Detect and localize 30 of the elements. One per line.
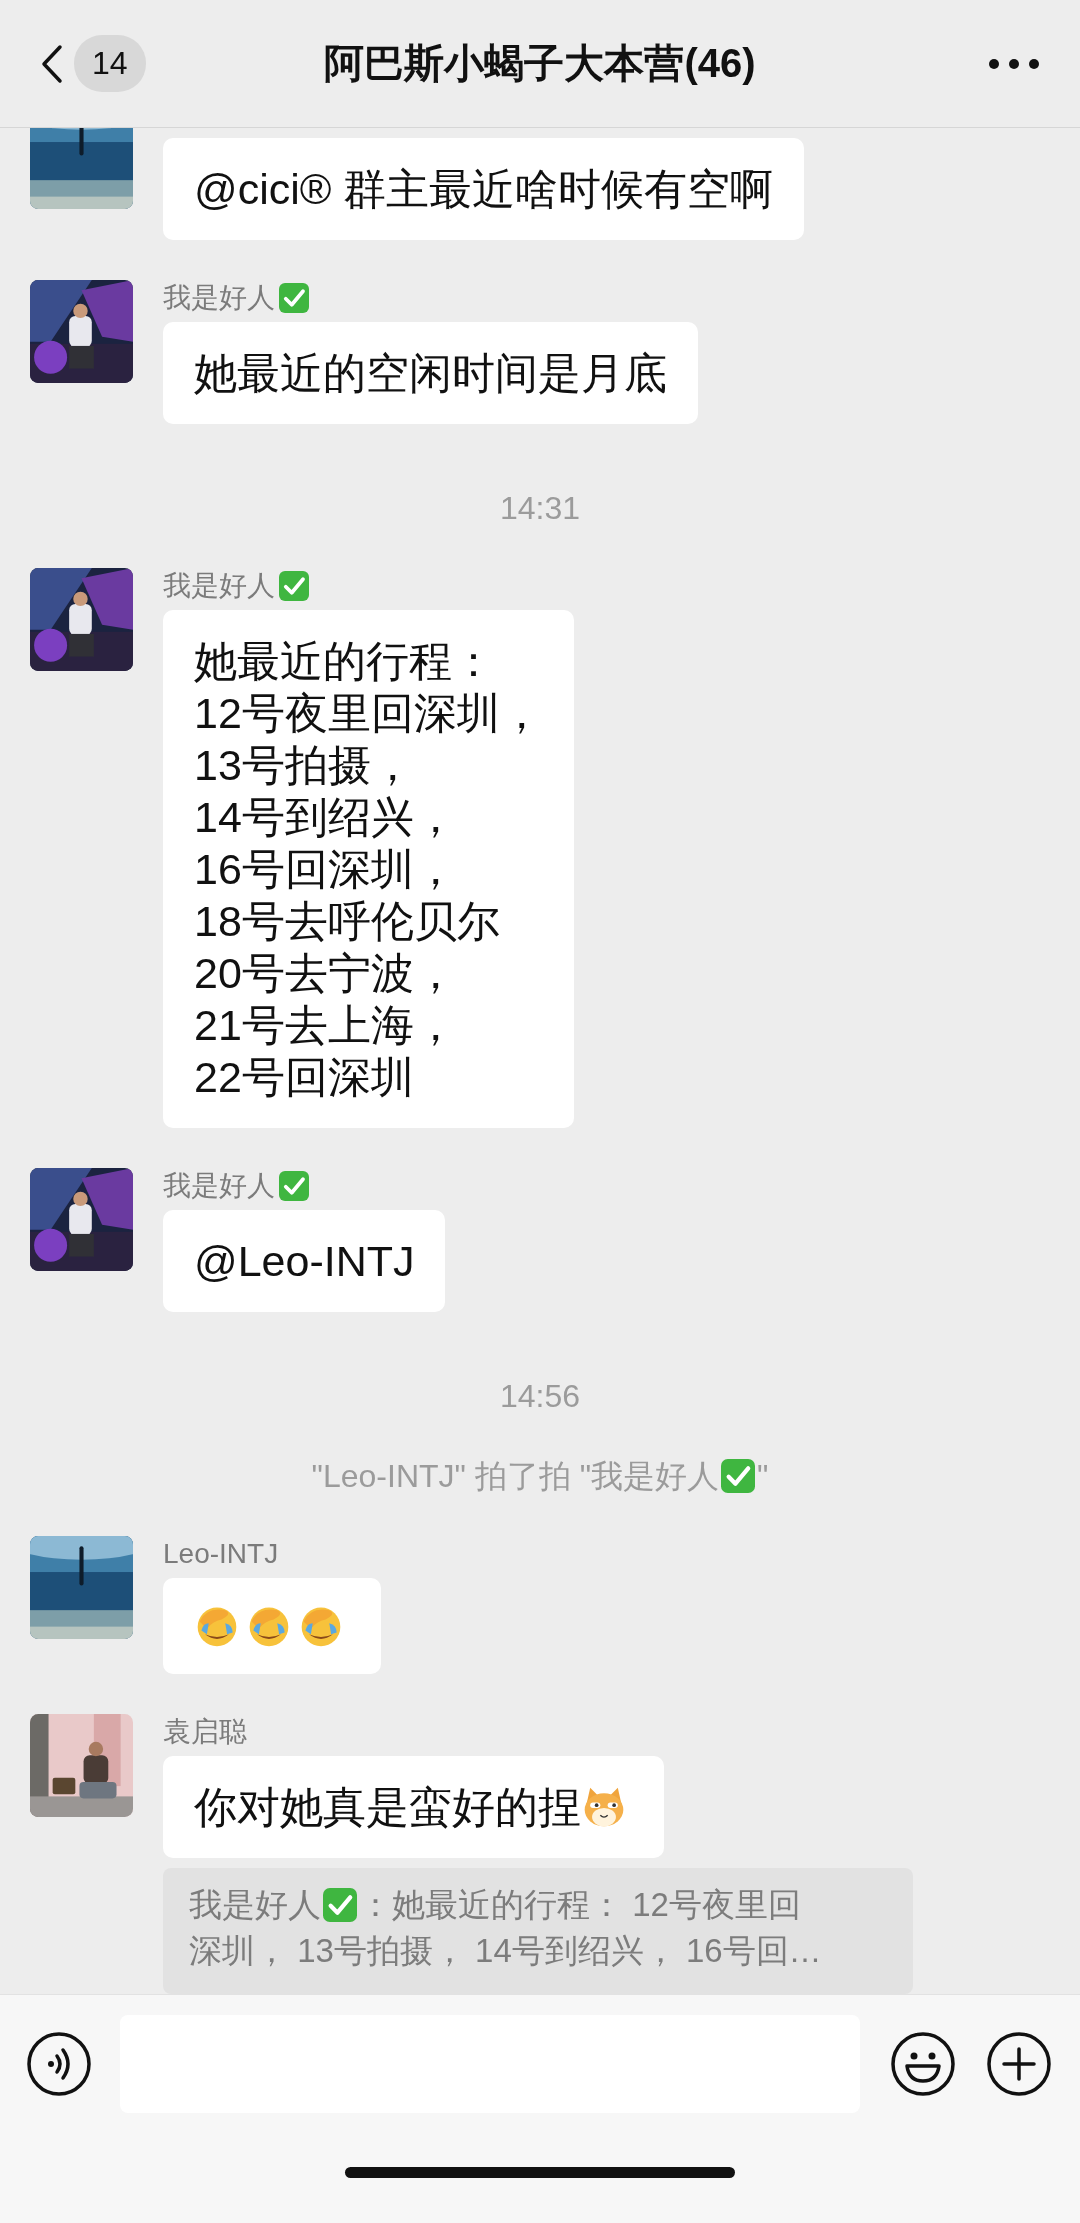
quote-text: 深圳， 13号拍摄， 14号到绍兴， 16号回… [189,1931,822,1971]
timestamp: 14:56 [499,1377,581,1416]
more-icon[interactable] [988,57,1040,70]
unread-count[interactable]: 14 [74,35,146,92]
message-bubble[interactable]: @cici® 群主最近啥时候有空啊 [163,138,805,240]
message-bubble[interactable]: 她最近的空闲时间是月底 [163,322,698,424]
message-bubble[interactable]: 她最近的行程： 12号夜里回深圳， 13号拍摄， 14号到绍兴， 16号回深圳， 18号去呼伦贝尔 20号去宁波， 21号去上海， 22号回深圳 [163,610,574,1128]
system-text: " [757,1457,769,1496]
sender-name: 我是好人 [163,569,275,603]
timestamp: 14:31 [499,489,581,528]
quote-author: 我是好人 [189,1885,321,1925]
back-icon[interactable] [40,43,64,84]
system-text: "Leo-INTJ" 拍了拍 "我是好人 [311,1457,720,1496]
sender-name: Leo-INTJ [163,1538,279,1570]
message-text: @Leo-INTJ [194,1236,415,1287]
voice-icon[interactable] [26,2031,92,2097]
quote-text: ：她最近的行程： 12号夜里回 [359,1885,801,1925]
message-bubble[interactable]: @Leo-INTJ [163,1210,446,1312]
sender-name: 袁启聪 [163,1715,247,1749]
sender-name: 我是好人 [163,281,275,315]
message-text: 她最近的空闲时间是月底 [194,348,667,399]
message-text: 她最近的行程： 12号夜里回深圳， 13号拍摄， 14号到绍兴， 16号回深圳， 18号去呼伦贝尔 20号去宁波， 21号去上海， 22号回深圳 [194,636,543,1103]
message-bubble[interactable]: 你对她真是蛮好的捏 [163,1756,664,1858]
message-text: @cici® 群主最近啥时候有空啊 [194,164,774,215]
check-icon [721,1459,756,1493]
emoji-icon[interactable] [890,2031,956,2097]
chat-title: 阿巴斯小蝎子大本营(46) [324,40,756,87]
message-text: 你对她真是蛮好的捏 [194,1782,581,1833]
sender-name: 我是好人 [163,1169,275,1203]
add-icon[interactable] [986,2031,1052,2097]
